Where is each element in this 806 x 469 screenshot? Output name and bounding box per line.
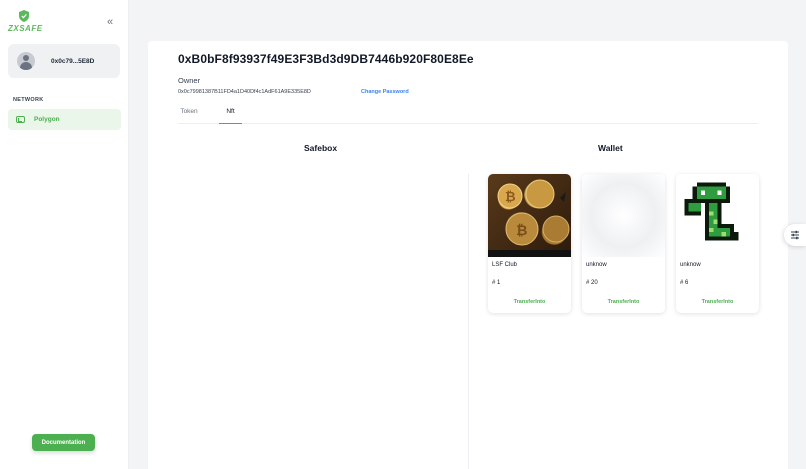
nft-name: unknow xyxy=(680,262,701,268)
bitcoin-coins-image: ₿ ₿ xyxy=(488,174,571,257)
nft-name: unknow xyxy=(586,262,607,268)
change-password-link[interactable]: Change Password xyxy=(361,89,409,95)
network-item-polygon[interactable]: Polygon xyxy=(8,109,121,130)
svg-text:₿: ₿ xyxy=(516,222,527,238)
tab-nft[interactable]: Nft xyxy=(219,107,242,124)
avatar xyxy=(17,52,35,70)
sliders-icon xyxy=(791,230,799,240)
network-icon xyxy=(16,116,25,123)
wallet-title: Wallet xyxy=(598,143,623,153)
column-divider xyxy=(468,174,469,469)
network-name: Polygon xyxy=(34,116,60,123)
page-title: 0xB0bF8f93937f49E3F3Bd3d9DB7446b920F80E8… xyxy=(178,52,474,66)
collapse-sidebar-button[interactable]: « xyxy=(104,16,116,28)
blank-placeholder-image xyxy=(582,174,665,257)
account-address: 0x0c79...5E8D xyxy=(51,57,95,65)
logo: ZXSAFE xyxy=(8,10,42,34)
nft-number: # 1 xyxy=(492,280,501,286)
chevrons-left-icon: « xyxy=(106,16,114,28)
network-label: NETWORK xyxy=(13,97,44,103)
nft-card: unknow # 20 TransferInto xyxy=(582,174,665,313)
nft-number: # 20 xyxy=(586,280,598,286)
nft-name: LSF Club xyxy=(492,262,518,268)
safebox-title: Safebox xyxy=(304,143,338,153)
nft-card: ₿ ₿ LSF Club # 1 TransferInto xyxy=(488,174,571,313)
shield-icon xyxy=(19,10,29,22)
transfer-into-button[interactable]: TransferInto xyxy=(488,299,571,305)
pixel-snake-image xyxy=(676,174,759,257)
sidebar: ZXSAFE « 0x0c79...5E8D NETWORK Polygon D… xyxy=(0,0,129,469)
tab-token[interactable]: Token xyxy=(178,107,200,124)
transfer-into-button[interactable]: TransferInto xyxy=(582,299,665,305)
transfer-into-button[interactable]: TransferInto xyxy=(676,299,759,305)
logo-text: ZXSAFE xyxy=(8,24,43,33)
account-card[interactable]: 0x0c79...5E8D xyxy=(8,44,120,78)
owner-label: Owner xyxy=(178,76,201,85)
tab-bar: Token Nft xyxy=(178,107,758,124)
owner-address: 0x0c79981387B11FD4a1D40Df4c1AdF61A9E335E… xyxy=(178,89,311,95)
documentation-button[interactable]: Documentation xyxy=(32,434,95,451)
nft-number: # 6 xyxy=(680,280,689,286)
settings-button[interactable] xyxy=(784,224,806,246)
nft-card: unknow # 6 TransferInto xyxy=(676,174,759,313)
main-card: 0xB0bF8f93937f49E3F3Bd3d9DB7446b920F80E8… xyxy=(148,41,788,469)
svg-text:₿: ₿ xyxy=(505,189,516,204)
